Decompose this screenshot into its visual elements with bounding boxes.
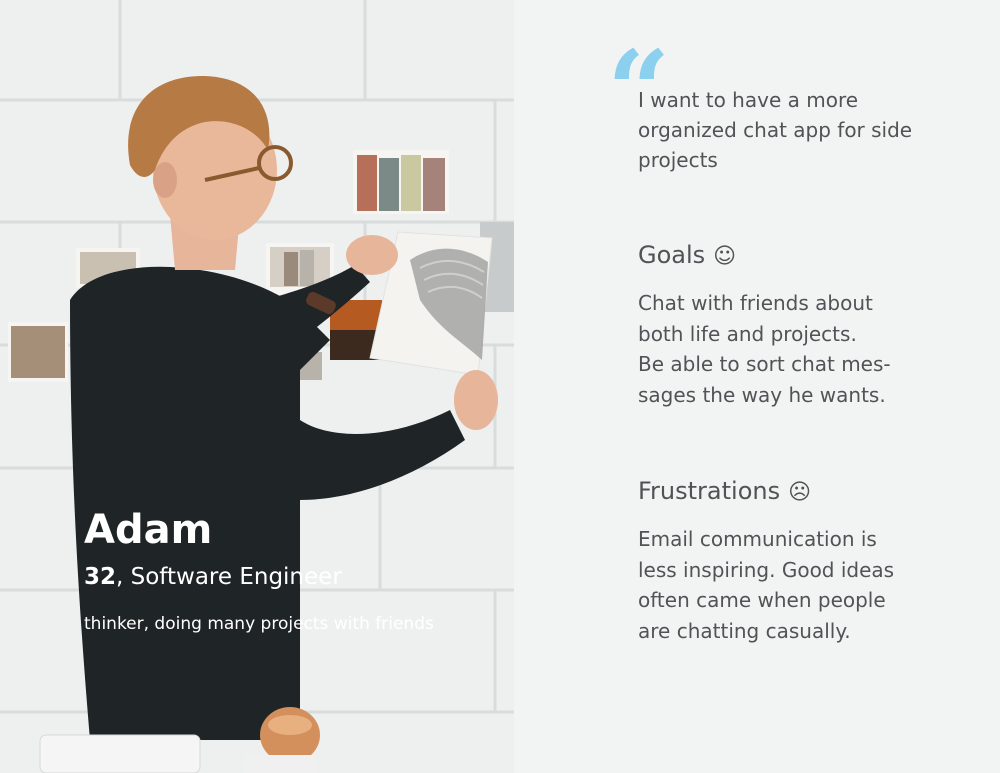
frustrations-heading: Frustrations ☹ (638, 476, 811, 508)
frown-icon: ☹ (788, 480, 812, 505)
persona-bio: thinker, doing many projects with friend… (84, 614, 434, 634)
frustrations-title: Frustrations (638, 477, 781, 505)
persona-details: “ I want to have a more organized chat a… (514, 0, 1000, 773)
persona-occupation: , Software Engineer (116, 564, 342, 590)
goals-heading: Goals ☺ (638, 240, 736, 272)
photo-illustration (0, 0, 514, 773)
persona-role: 32, Software Engineer (84, 562, 434, 592)
goals-text: Chat with friends about both life and pr… (638, 291, 891, 407)
persona-quote: I want to have a more organized chat app… (638, 88, 913, 172)
persona-identity: Adam 32, Software Engineer thinker, doin… (84, 500, 434, 636)
persona-name: Adam (84, 507, 213, 553)
persona-age: 32 (84, 564, 117, 590)
frustrations-text: Email communication is less inspiring. G… (638, 527, 895, 643)
persona-photo: Adam 32, Software Engineer thinker, doin… (0, 0, 514, 773)
smile-icon: ☺ (713, 244, 737, 269)
goals-title: Goals (638, 241, 706, 269)
